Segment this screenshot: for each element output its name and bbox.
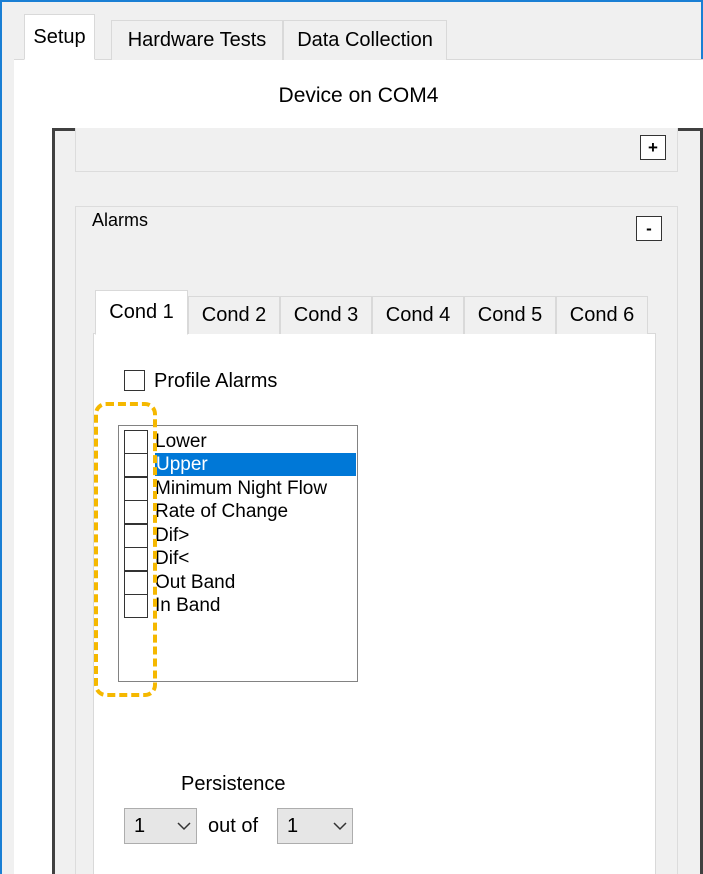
persistence-total-select[interactable]: 1 — [277, 808, 353, 844]
alarm-item-label: Out Band — [155, 572, 236, 593]
alarm-item-rate-of-change[interactable]: Rate of Change — [122, 500, 356, 524]
checkbox-column-highlight — [94, 402, 157, 697]
profile-alarms-checkbox[interactable] — [124, 370, 145, 391]
chevron-down-icon — [172, 821, 196, 831]
profile-alarms-label: Profile Alarms — [154, 370, 278, 392]
alarm-item-minimum-night-flow[interactable]: Minimum Night Flow — [122, 477, 356, 501]
persistence-separator: out of — [208, 815, 259, 837]
alarm-item-label: Minimum Night Flow — [155, 478, 328, 499]
tab-cond-1[interactable]: Cond 1 — [95, 290, 188, 335]
tab-cond-6[interactable]: Cond 6 — [556, 296, 648, 334]
alarm-item-label: Rate of Change — [155, 501, 289, 522]
tab-hardware-tests[interactable]: Hardware Tests — [111, 20, 283, 60]
tab-cond-4[interactable]: Cond 4 — [372, 296, 464, 334]
alarm-item-in-band[interactable]: In Band — [122, 594, 356, 618]
alarm-item-label: In Band — [155, 595, 221, 616]
persistence-count-value: 1 — [134, 814, 146, 837]
alarm-item-dif-less[interactable]: Dif< — [122, 547, 356, 571]
tab-cond-2[interactable]: Cond 2 — [188, 296, 280, 334]
alarm-item-label: Dif< — [155, 548, 190, 569]
expand-button[interactable]: + — [640, 135, 666, 160]
alarms-legend: Alarms — [90, 210, 151, 231]
persistence-total-value: 1 — [287, 814, 299, 837]
chevron-down-icon — [328, 821, 352, 831]
alarm-item-label: Lower — [155, 431, 207, 452]
persistence-count-select[interactable]: 1 — [124, 808, 197, 844]
collapse-button[interactable]: - — [636, 216, 662, 241]
tab-setup[interactable]: Setup — [24, 14, 95, 60]
collapsed-group — [75, 128, 678, 172]
device-title: Device on COM4 — [278, 84, 439, 107]
alarm-item-dif-greater[interactable]: Dif> — [122, 524, 356, 548]
alarm-item-label: Dif> — [155, 525, 190, 546]
persistence-label: Persistence — [181, 773, 286, 795]
alarm-item-label: Upper — [155, 453, 356, 476]
tab-cond-3[interactable]: Cond 3 — [280, 296, 372, 334]
tab-cond-5[interactable]: Cond 5 — [464, 296, 556, 334]
alarm-item-lower[interactable]: Lower — [122, 430, 356, 454]
alarm-item-upper[interactable]: Upper — [122, 453, 356, 477]
tab-data-collection[interactable]: Data Collection — [283, 20, 447, 60]
alarm-item-out-band[interactable]: Out Band — [122, 571, 356, 595]
